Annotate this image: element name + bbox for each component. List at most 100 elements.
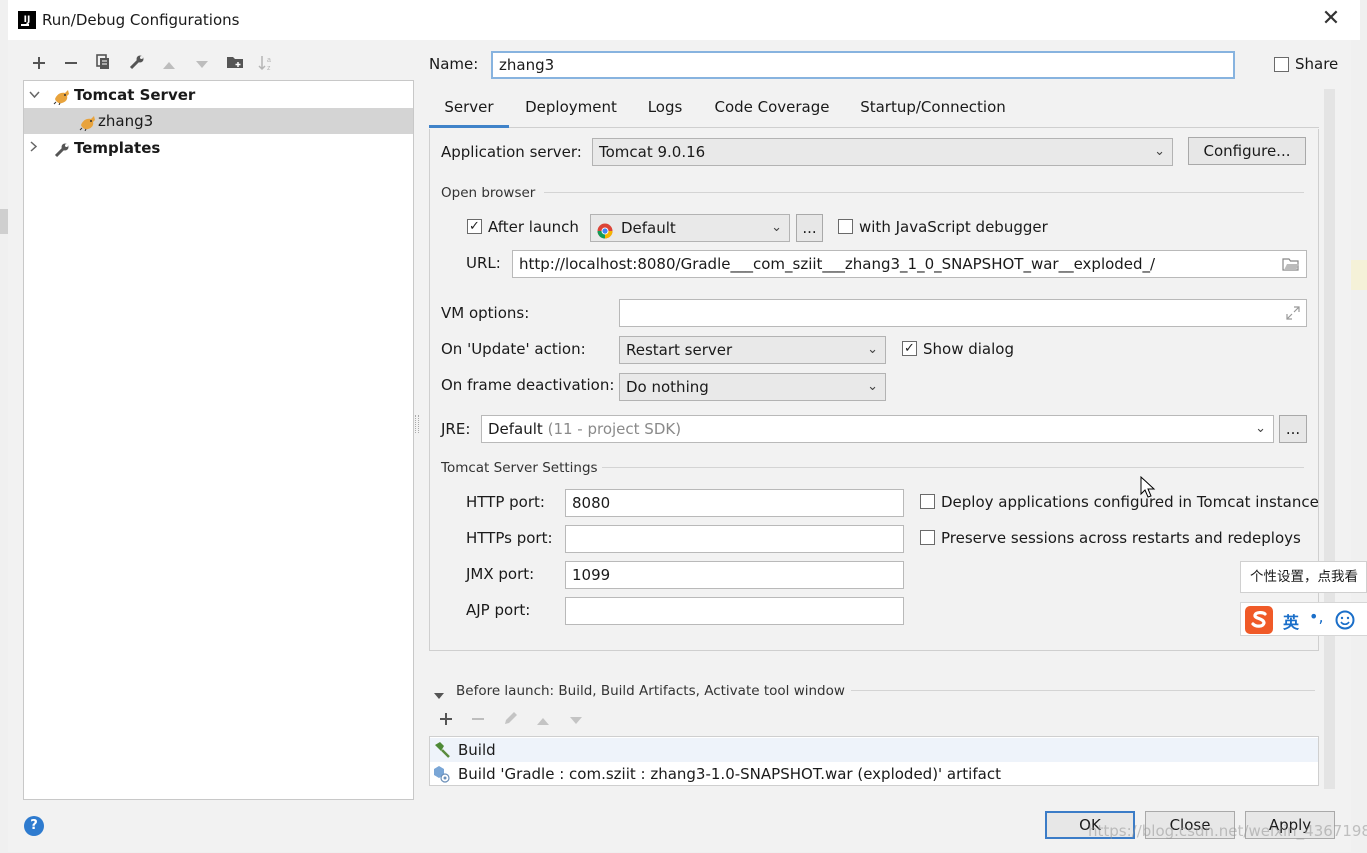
mouse-cursor-icon xyxy=(1140,475,1156,498)
svg-text:z: z xyxy=(267,65,271,72)
preserve-sessions-checkbox[interactable] xyxy=(920,530,935,545)
window-title: Run/Debug Configurations xyxy=(42,11,240,29)
expand-icon[interactable] xyxy=(1286,306,1300,320)
name-input[interactable]: zhang3 xyxy=(491,51,1235,79)
js-debugger-checkbox[interactable] xyxy=(838,219,853,234)
share-checkbox[interactable] xyxy=(1274,57,1289,72)
jre-label: JRE: xyxy=(441,420,471,438)
on-update-value: Restart server xyxy=(626,341,733,359)
jre-more-button[interactable]: ... xyxy=(1279,415,1307,443)
chevron-down-icon: ⌄ xyxy=(867,379,878,394)
move-up-icon[interactable] xyxy=(158,54,180,76)
tomcat-icon xyxy=(79,113,97,132)
before-launch-list[interactable]: Build Build 'Gradle : com.sziit : zhang3… xyxy=(429,736,1319,786)
list-item-label: Build xyxy=(458,741,496,759)
tree-item-tomcat-server[interactable]: Tomcat Server xyxy=(24,82,413,108)
browser-more-button[interactable]: ... xyxy=(796,214,823,242)
jre-hint: (11 - project SDK) xyxy=(547,420,682,438)
js-debugger-label: with JavaScript debugger xyxy=(859,218,1048,236)
tree-item-label: Templates xyxy=(74,139,161,157)
application-server-select[interactable]: Tomcat 9.0.16 ⌄ xyxy=(592,138,1173,166)
remove-icon[interactable] xyxy=(60,54,82,76)
after-launch-checkbox[interactable]: ✓ xyxy=(467,219,482,234)
jre-select[interactable]: Default (11 - project SDK) ⌄ xyxy=(481,415,1274,443)
tree-item-zhang3[interactable]: zhang3 xyxy=(24,108,413,134)
url-input[interactable]: http://localhost:8080/Gradle___com_sziit… xyxy=(512,250,1307,278)
jre-value: Default xyxy=(488,420,543,438)
tab-startup-connection[interactable]: Startup/Connection xyxy=(851,98,1015,128)
tab-logs[interactable]: Logs xyxy=(637,98,693,128)
artifact-icon xyxy=(433,765,451,783)
deploy-apps-checkbox[interactable] xyxy=(920,494,935,509)
browse-folder-icon[interactable] xyxy=(1282,257,1300,272)
ime-tooltip[interactable]: 个性设置，点我看 xyxy=(1240,561,1367,593)
on-update-select[interactable]: Restart server ⌄ xyxy=(619,336,886,364)
tree-item-label: zhang3 xyxy=(98,112,154,130)
move-up-icon[interactable] xyxy=(532,710,554,732)
sort-icon[interactable]: az xyxy=(256,54,278,76)
help-icon[interactable]: ? xyxy=(24,816,44,836)
group-divider xyxy=(602,467,1304,468)
add-icon[interactable] xyxy=(435,710,457,732)
list-item-label: Build 'Gradle : com.sziit : zhang3-1.0-S… xyxy=(458,765,1001,783)
close-window-button[interactable]: ✕ xyxy=(1318,6,1344,32)
after-launch-label: After launch xyxy=(488,218,579,236)
vm-options-label: VM options: xyxy=(441,304,530,322)
on-frame-deactivation-select[interactable]: Do nothing ⌄ xyxy=(619,373,886,401)
tab-server[interactable]: Server xyxy=(429,98,509,128)
configure-button[interactable]: Configure... xyxy=(1188,137,1306,165)
move-down-icon[interactable] xyxy=(191,54,213,76)
chevron-down-icon: ⌄ xyxy=(1255,421,1266,436)
move-down-icon[interactable] xyxy=(565,710,587,732)
browser-select[interactable]: Default ⌄ xyxy=(590,214,790,242)
punctuation-icon[interactable]: •, xyxy=(1309,607,1324,626)
folder-icon[interactable] xyxy=(224,54,246,76)
wrench-icon[interactable] xyxy=(126,54,148,76)
vm-options-input[interactable] xyxy=(619,299,1307,327)
chevron-down-icon: ⌄ xyxy=(1154,144,1165,159)
remove-icon[interactable] xyxy=(467,710,489,732)
jmx-port-label: JMX port: xyxy=(466,565,535,583)
collapse-arrow-icon[interactable] xyxy=(433,686,445,699)
http-port-label: HTTP port: xyxy=(466,493,545,511)
before-launch-title: Before launch: Build, Build Artifacts, A… xyxy=(456,683,845,699)
list-item-build[interactable]: Build xyxy=(430,738,1318,762)
on-update-label: On 'Update' action: xyxy=(441,340,586,358)
hammer-icon xyxy=(433,741,451,759)
show-dialog-checkbox[interactable]: ✓ xyxy=(902,341,917,356)
edit-icon[interactable] xyxy=(500,710,522,732)
collapse-arrow-icon[interactable] xyxy=(27,135,41,161)
https-port-input[interactable] xyxy=(565,525,904,553)
show-dialog-label: Show dialog xyxy=(923,340,1014,358)
tree-item-templates[interactable]: Templates xyxy=(24,135,413,161)
ajp-port-label: AJP port: xyxy=(466,601,531,619)
deploy-apps-label: Deploy applications configured in Tomcat… xyxy=(941,493,1319,511)
background-edge xyxy=(0,209,8,234)
copy-icon[interactable] xyxy=(92,54,114,76)
add-icon[interactable] xyxy=(28,54,50,76)
on-frame-deactivation-label: On frame deactivation: xyxy=(441,376,615,394)
emoji-icon[interactable] xyxy=(1335,610,1355,630)
expand-arrow-icon[interactable] xyxy=(27,82,41,108)
group-divider xyxy=(851,690,1315,691)
tab-deployment[interactable]: Deployment xyxy=(515,98,627,128)
group-divider xyxy=(544,192,1304,193)
chrome-icon xyxy=(597,221,613,239)
configuration-tree[interactable]: Tomcat Server zhang3 Templates xyxy=(23,80,414,800)
jmx-port-input[interactable]: 1099 xyxy=(565,561,904,589)
http-port-input[interactable]: 8080 xyxy=(565,489,904,517)
tomcat-icon xyxy=(53,87,71,106)
tomcat-settings-title: Tomcat Server Settings xyxy=(441,460,598,476)
list-item-build-artifact[interactable]: Build 'Gradle : com.sziit : zhang3-1.0-S… xyxy=(430,762,1318,786)
tab-code-coverage[interactable]: Code Coverage xyxy=(704,98,840,128)
ime-mode-label: 英 xyxy=(1283,613,1300,632)
vertical-scrollbar[interactable] xyxy=(1324,89,1335,789)
ajp-port-input[interactable] xyxy=(565,597,904,625)
ime-toolbar[interactable]: 英 •, xyxy=(1240,602,1367,636)
browser-value: Default xyxy=(621,219,676,237)
sogou-logo-icon xyxy=(1244,605,1274,635)
svg-text:a: a xyxy=(267,57,271,64)
url-label: URL: xyxy=(466,254,501,272)
wrench-icon xyxy=(54,140,70,158)
splitter-handle[interactable] xyxy=(415,415,419,433)
